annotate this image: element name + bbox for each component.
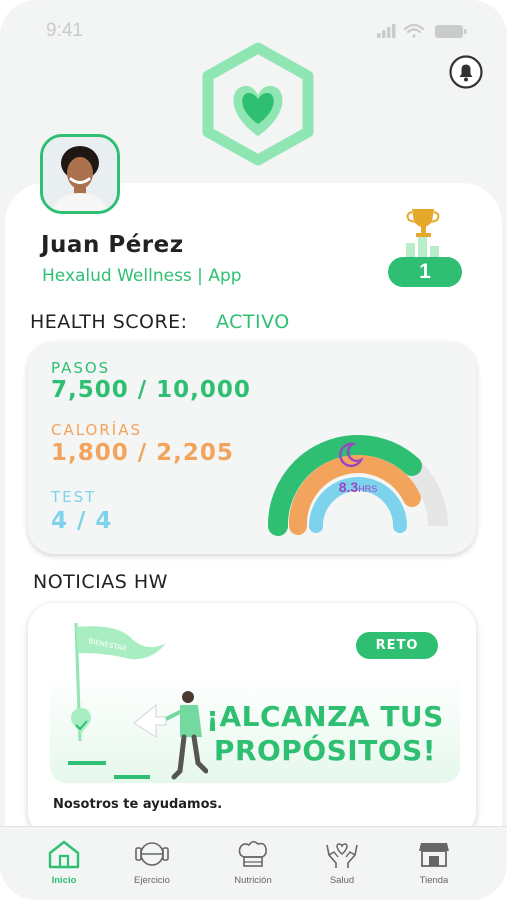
calories-label: CALORÍAS	[51, 421, 142, 439]
wifi-icon	[403, 23, 425, 38]
battery-icon	[435, 25, 467, 38]
hexalud-logo	[196, 42, 320, 166]
nav-label-salud: Salud	[329, 875, 355, 886]
nav-label-inicio: Inicio	[51, 875, 77, 886]
health-score-title: HEALTH SCORE:	[30, 311, 188, 333]
test-label: TEST	[51, 488, 97, 506]
chef-hat-icon	[238, 840, 267, 867]
flag-illustration: BIENESTAR	[68, 622, 208, 780]
sleep-value: 8.3	[338, 479, 359, 495]
nav-item-nutricion[interactable]: Nutrición	[213, 839, 293, 886]
news-headline: ¡ALCANZA TUS PROPÓSITOS!	[200, 700, 450, 768]
activity-gauge: 8.3HRS	[252, 386, 464, 561]
sleep-readout: 8.3HRS	[322, 479, 394, 497]
rank-badge[interactable]: 1	[388, 205, 462, 289]
hands-heart-icon	[326, 843, 358, 868]
headline-line2: PROPÓSITOS!	[213, 734, 437, 767]
nav-item-salud[interactable]: Salud	[302, 839, 382, 886]
test-value: 4 / 4	[51, 508, 113, 534]
health-score-status: ACTIVO	[216, 311, 290, 333]
nav-item-ejercicio[interactable]: Ejercicio	[112, 839, 192, 886]
nav-label-tienda: Tienda	[419, 875, 449, 886]
user-name: Juan Pérez	[41, 232, 184, 258]
bottom-nav: Inicio Ejercicio Nutrición Salud Tienda	[0, 826, 507, 900]
nav-item-tienda[interactable]: Tienda	[394, 839, 474, 886]
dumbbell-icon	[135, 842, 169, 866]
notification-button[interactable]	[448, 54, 484, 90]
news-title: NOTICIAS HW	[33, 571, 168, 593]
status-time: 9:41	[46, 20, 83, 41]
nav-label-ejercicio: Ejercicio	[134, 875, 170, 886]
reto-badge[interactable]: RETO	[356, 632, 438, 659]
headline-line1: ¡ALCANZA TUS	[206, 700, 444, 733]
news-subtitle: Nosotros te ayudamos.	[53, 797, 223, 812]
app-screen: 9:41 Juan Pérez Hexalud Wellness | App 1…	[0, 0, 507, 900]
steps-value: 7,500 / 10,000	[51, 377, 251, 403]
nav-item-inicio[interactable]: Inicio	[24, 839, 104, 886]
news-card[interactable]: RETO BIENESTAR ¡ALCANZA TUS PROPÓSITOS! …	[28, 603, 476, 838]
bell-icon	[449, 55, 483, 89]
store-icon	[419, 843, 449, 867]
nav-label-nutricion: Nutrición	[234, 875, 272, 886]
rank-number: 1	[419, 260, 431, 283]
sleep-unit: HRS	[358, 484, 378, 494]
calories-value: 1,800 / 2,205	[51, 440, 234, 466]
home-icon	[48, 840, 80, 869]
steps-label: PASOS	[51, 359, 111, 377]
signal-icon	[377, 24, 396, 38]
status-icons	[377, 22, 469, 44]
user-subtitle: Hexalud Wellness | App	[42, 266, 242, 286]
avatar[interactable]	[40, 134, 120, 214]
